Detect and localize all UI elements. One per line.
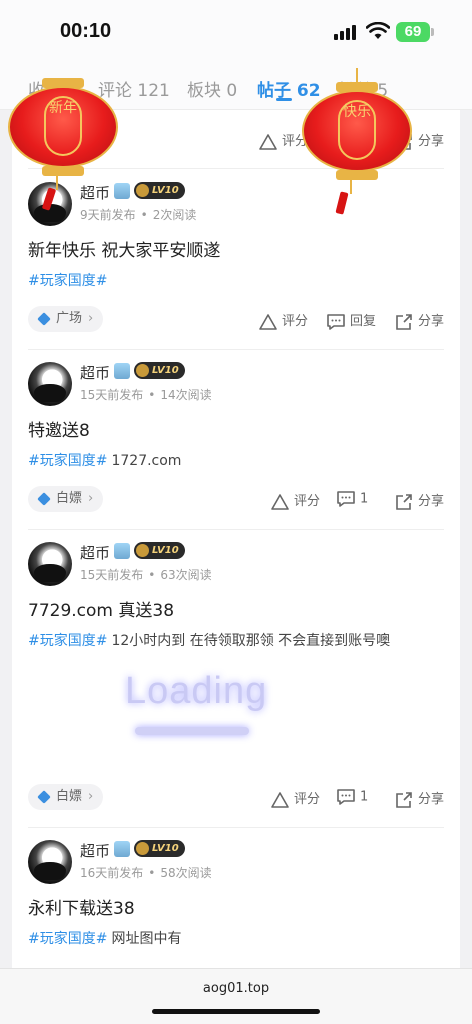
avatar[interactable] [28,840,72,884]
level-badge: LV10 [134,182,185,199]
ship-badge-icon [114,363,130,379]
share-icon [396,791,412,808]
url-field[interactable]: aog01.top [0,981,472,996]
cellular-signal-icon [334,24,360,40]
share-icon [396,313,412,330]
post-title[interactable]: 新年快乐 祝大家平安顺遂 [28,236,220,261]
level-badge: LV10 [134,542,185,559]
home-indicator[interactable] [152,1009,320,1014]
level-badge: LV10 [134,362,185,379]
post-card[interactable]: 超币 LV10 16天前发布 • 58次阅读 永利下载送38 #玩家国度# 网址图中有 [12,828,460,970]
battery-cap [431,28,434,36]
reply-button[interactable]: 1 [336,490,368,508]
level-badge: LV10 [134,840,185,857]
share-button[interactable]: 分享 [394,788,444,809]
category-chip[interactable]: 白嫖 › [28,784,104,810]
browser-bottom-bar: aog01.top [0,968,472,1024]
chevron-right-icon: › [88,311,94,326]
triangle-rate-icon [271,791,289,808]
comment-icon [337,789,355,805]
lantern-decoration-right: 快乐 [302,68,414,218]
triangle-rate-icon [259,133,277,150]
post-tag-line: #玩家国度# 12小时内到 在待领取那领 不会直接到账号噢 [28,633,391,649]
lantern-medal: 快乐 [338,100,376,160]
chevron-right-icon: › [88,491,94,506]
ship-badge-icon [114,841,130,857]
category-chip[interactable]: 白嫖 › [28,486,104,512]
post-card[interactable]: 超币 LV10 15天前发布 • 14次阅读 特邀送8 #玩家国度# 1727.com… [12,350,460,530]
cube-icon [37,312,51,326]
share-icon [396,493,412,510]
rate-button[interactable]: 评分 [270,490,320,511]
wifi-icon [366,22,390,39]
triangle-rate-icon [271,493,289,510]
post-meta: 16天前发布 • 58次阅读 [80,866,212,880]
post-meta: 15天前发布 • 63次阅读 [80,568,212,582]
username[interactable]: 超币 [80,362,110,383]
share-button[interactable]: 分享 [394,490,444,511]
comment-icon [337,491,355,507]
status-time: 00:10 [60,20,112,42]
loading-bar [135,727,249,735]
post-title[interactable]: 永利下载送38 [28,894,135,919]
post-tag-line: #玩家国度# [28,270,111,290]
topic-tag[interactable]: #玩家国度# [28,453,107,469]
share-button[interactable]: 分享 [394,310,444,331]
rate-button[interactable]: 评分 [258,310,308,331]
triangle-rate-icon [259,313,277,330]
cube-icon [37,492,51,506]
username[interactable]: 超币 [80,840,110,861]
cube-icon [37,790,51,804]
chevron-right-icon: › [88,789,94,804]
top-rate-button[interactable]: 评分 [258,130,308,151]
comment-icon [327,313,345,330]
category-chip[interactable]: 广场 › [28,306,104,332]
tab-boards[interactable]: 板块 0 [187,76,237,101]
lantern-decoration-left: 新年 [8,70,120,211]
post-title[interactable]: 特邀送8 [28,416,90,441]
lantern-medal: 新年 [44,96,82,156]
post-feed: 评分 分享 超币 LV10 9天前发布 • 2次阅读 新年快乐 祝大家平安顺遂 #玩… [12,110,460,970]
username[interactable]: 超币 [80,542,110,563]
post-tag-line: #玩家国度# 1727.com [28,453,182,469]
topic-tag[interactable]: #玩家国度# [28,273,107,289]
reply-button[interactable]: 回复 [326,310,376,331]
post-title[interactable]: 7729.com 真送38 [28,596,174,621]
topic-tag[interactable]: #玩家国度# [28,931,107,947]
topic-tag[interactable]: #玩家国度# [28,633,107,649]
battery-indicator: 69 [396,22,430,42]
rate-button[interactable]: 评分 [270,788,320,809]
post-tag-line: #玩家国度# 网址图中有 [28,931,182,947]
status-bar: 00:10 69 [0,0,472,64]
ship-badge-icon [114,543,130,559]
avatar[interactable] [28,362,72,406]
post-meta: 15天前发布 • 14次阅读 [80,388,212,402]
avatar[interactable] [28,542,72,586]
active-tab-indicator [276,98,292,101]
reply-button[interactable]: 1 [336,788,368,806]
loading-text: Loading [125,670,268,712]
